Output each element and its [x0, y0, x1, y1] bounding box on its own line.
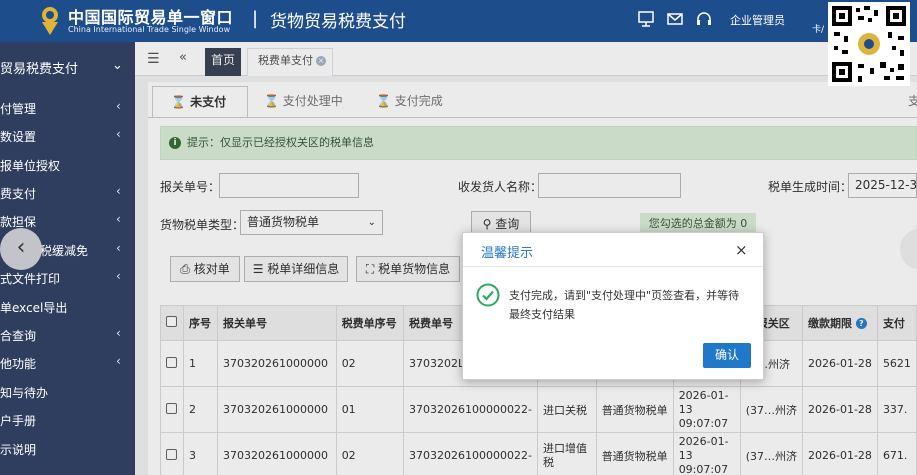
system-title: 货物贸易税费支付 [270, 12, 406, 32]
sidebar-item-label: 他功能 [0, 357, 37, 371]
dialog-message: 支付完成，请到"支付处理中"页签查看，并等待最终支付结果 [509, 289, 740, 321]
user-name[interactable]: 企业管理员 [730, 12, 785, 28]
prev-arrow-icon[interactable]: ‹ [0, 228, 42, 270]
customs-emblem-icon [42, 7, 58, 35]
close-icon[interactable]: × [735, 241, 748, 259]
sidebar-item[interactable]: 知与待办 [0, 378, 135, 406]
mail-icon[interactable] [666, 10, 684, 28]
sidebar-item-label: 示说明 [0, 443, 37, 457]
sidebar-item-label: 税缓减免 [40, 244, 89, 258]
sidebar-item-label: 费支付 [0, 187, 37, 201]
chevron-left-icon: ‹ [116, 326, 121, 340]
sidebar-item[interactable]: 户手册 [0, 406, 135, 434]
check-circle-icon [476, 283, 500, 307]
sidebar-title[interactable]: 贸易税费支付 ⌄ [0, 58, 135, 77]
chevron-left-icon: ‹ [116, 241, 121, 255]
notice-dialog: 温馨提示 × 支付完成，请到"支付处理中"页签查看，并等待最终支付结果 确认 [462, 232, 764, 380]
sidebar-item[interactable]: 数设置 ‹ [0, 122, 135, 150]
chevron-left-icon: ‹ [116, 269, 121, 283]
sidebar-item[interactable]: 示说明 [0, 435, 135, 463]
top-header: 中国国际贸易单一窗口 China International Trade Sin… [0, 0, 917, 42]
sidebar-item-label: 单excel导出 [0, 301, 68, 315]
user-subtext: 卡/ [812, 25, 825, 35]
sidebar-item-label: 数设置 [0, 130, 37, 144]
chevron-left-icon: ‹ [116, 212, 121, 226]
chevron-left-icon: ‹ [116, 354, 121, 368]
divider [463, 266, 763, 267]
sidebar-item[interactable]: 费支付 ‹ [0, 179, 135, 207]
headset-icon[interactable] [695, 10, 713, 28]
brand-name-en: China International Trade Single Window [68, 25, 231, 34]
sidebar-item-label: 户手册 [0, 414, 37, 428]
sidebar-item[interactable]: 付管理 ‹ [0, 94, 135, 122]
dialog-title: 温馨提示 [481, 246, 534, 261]
chevron-left-icon: ‹ [116, 127, 121, 141]
qr-code-icon [828, 2, 910, 86]
sidebar-title-label: 贸易税费支付 [0, 62, 79, 77]
sidebar-item-label: 式文件打印 [0, 272, 61, 286]
chevron-left-icon: ‹ [116, 99, 121, 113]
chevron-down-icon: ⌄ [112, 58, 123, 73]
sidebar-item-label: 合查询 [0, 329, 37, 343]
sidebar-item[interactable]: 合查询 ‹ [0, 321, 135, 349]
chevron-left-icon: ‹ [116, 184, 121, 198]
sidebar-item[interactable]: 报单位授权 [0, 151, 135, 179]
sidebar-item[interactable]: 他功能 ‹ [0, 349, 135, 377]
sidebar-item-label: 报单位授权 [0, 159, 61, 173]
desktop-icon[interactable] [637, 10, 655, 28]
title-separator: | [252, 8, 259, 29]
sidebar-item-label: 付管理 [0, 102, 37, 116]
sidebar-item-label: 知与待办 [0, 386, 49, 400]
confirm-button[interactable]: 确认 [703, 343, 751, 368]
sidebar-item[interactable]: 单excel导出 [0, 293, 135, 321]
